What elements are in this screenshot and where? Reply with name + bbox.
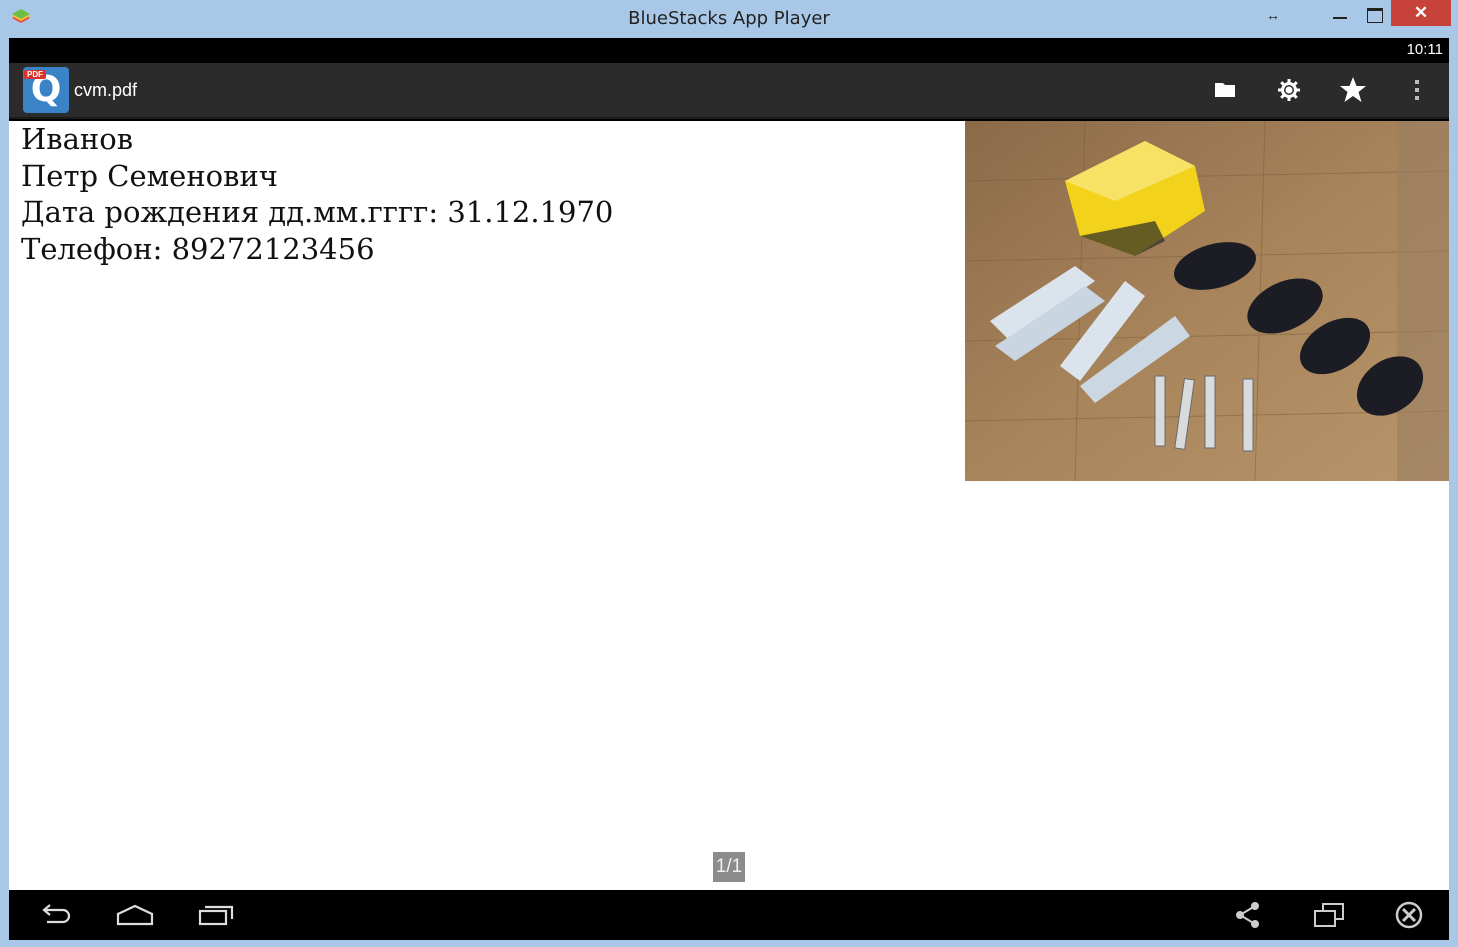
screen-rotate-icon[interactable] [1309, 900, 1349, 930]
recent-apps-icon[interactable] [196, 900, 236, 930]
action-bar: Q PDF cvm.pdf [9, 63, 1449, 119]
close-app-icon[interactable] [1389, 900, 1429, 930]
app-icon[interactable]: Q PDF [23, 67, 69, 113]
page-indicator: 1/1 [713, 852, 745, 882]
window-border [0, 940, 1458, 947]
overflow-menu-icon[interactable] [1401, 74, 1433, 106]
window-titlebar: BlueStacks App Player ↔ ✕ [0, 0, 1458, 38]
status-bar: 10:11 [9, 38, 1449, 63]
settings-icon[interactable] [1273, 74, 1305, 106]
maximize-button[interactable] [1355, 0, 1395, 26]
doc-line-phone: Телефон: 89272123456 [21, 231, 375, 266]
doc-line-surname: Иванов [21, 122, 134, 156]
share-icon[interactable] [1228, 900, 1268, 930]
doc-line-birthdate: Дата рождения дд.мм.гггг: 31.12.1970 [21, 195, 614, 229]
bookmark-star-icon[interactable] [1337, 74, 1369, 106]
window-title: BlueStacks App Player [628, 8, 830, 29]
minimize-button[interactable] [1320, 0, 1360, 26]
document-view[interactable]: Иванов Петр Семенович Дата рождения дд.м… [9, 121, 1449, 890]
folder-icon[interactable] [1209, 74, 1241, 106]
document-photo [965, 121, 1449, 481]
close-button[interactable]: ✕ [1391, 0, 1451, 26]
home-icon[interactable] [115, 900, 155, 930]
document-title: cvm.pdf [74, 80, 138, 100]
pdf-badge: PDF [24, 70, 46, 79]
back-icon[interactable] [35, 900, 75, 930]
doc-line-name: Петр Семенович [21, 158, 278, 193]
document-text: Иванов Петр Семенович Дата рождения дд.м… [21, 121, 613, 267]
navigation-bar [9, 890, 1449, 940]
android-screen: 10:11 Q PDF cvm.pdf Иванов Петр Семенови… [9, 38, 1449, 940]
status-time: 10:11 [1406, 41, 1443, 58]
resize-icon[interactable]: ↔ [1266, 7, 1280, 23]
